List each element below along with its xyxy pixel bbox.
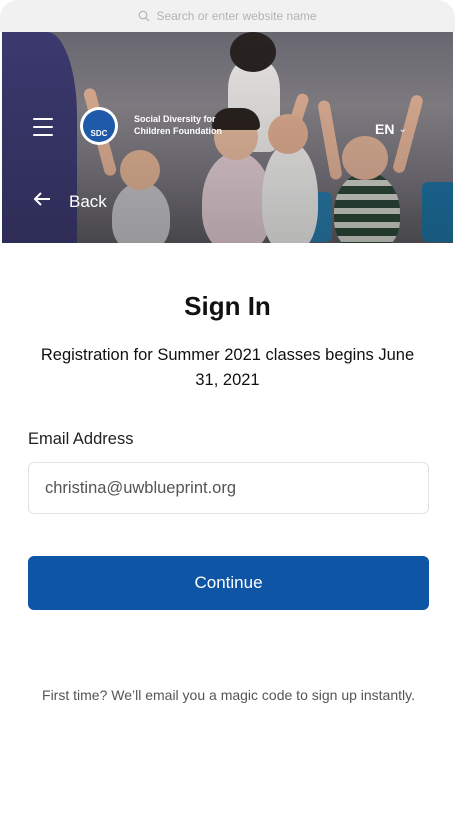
org-name-line2: Children Foundation (134, 126, 222, 136)
language-label: EN (375, 121, 395, 137)
page-title: Sign In (184, 291, 271, 321)
org-name: Social Diversity for Children Foundation (134, 113, 254, 137)
logo-text: SDC (83, 110, 115, 142)
back-button[interactable]: Back (33, 191, 107, 212)
menu-icon[interactable] (33, 118, 53, 136)
address-placeholder: Search or enter website name (156, 9, 317, 23)
chevron-down-icon: ⌄ (398, 123, 407, 135)
hero-banner: SDC Social Diversity for Children Founda… (2, 32, 453, 243)
browser-address-bar[interactable]: Search or enter website name (0, 0, 455, 32)
back-label: Back (69, 191, 107, 211)
org-name-line1: Social Diversity for (134, 114, 216, 124)
email-label: Email Address (28, 430, 134, 448)
address-search[interactable]: Search or enter website name (138, 9, 317, 23)
sdc-logo[interactable]: SDC (80, 107, 118, 145)
arrow-left-icon (33, 191, 51, 212)
registration-subtitle: Registration for Summer 2021 classes beg… (40, 346, 415, 389)
signup-note: First time? We’ll email you a magic code… (42, 687, 415, 703)
search-icon (138, 10, 150, 22)
language-selector[interactable]: EN ⌄ (375, 121, 407, 137)
email-field[interactable] (28, 462, 429, 514)
continue-button[interactable]: Continue (28, 556, 429, 610)
